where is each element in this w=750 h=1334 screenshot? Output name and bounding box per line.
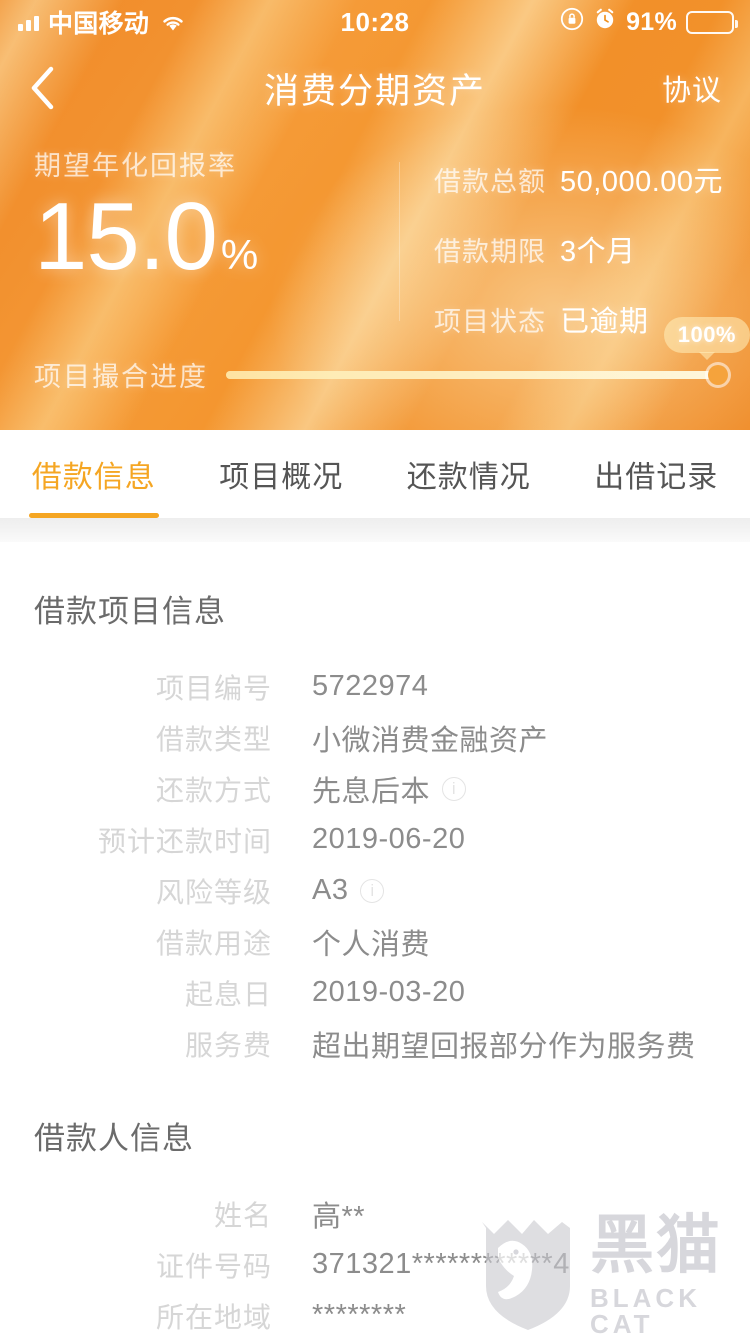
tab-1[interactable]: 项目概况 [188,430,376,518]
progress-knob-icon [708,364,728,385]
info-row-label: 还款方式 [155,774,272,806]
info-row-value: 超出期望回报部分作为服务费 [312,1030,696,1063]
info-row-label: 姓名 [213,1199,272,1231]
tab-2[interactable]: 还款情况 [375,430,563,518]
tab-3[interactable]: 出借记录 [563,430,750,518]
info-row-value: 371321************4 [312,1248,570,1280]
progress-section: 项目撮合进度 100% [0,316,750,394]
info-row-label: 风险等级 [155,876,272,908]
info-row-value-wrap: ******** [312,1299,406,1332]
info-row-value: 先息后本 [312,775,431,808]
tab-bar: 借款信息 项目概况 还款情况 出借记录 [0,430,750,518]
info-row: 预计还款时间 2019-06-20 [0,814,750,865]
info-row-value: 小微消费金融资产 [312,724,549,757]
info-row-value: 2019-06-20 [312,823,466,855]
info-row-label: 证件号码 [155,1250,272,1282]
info-row: 起息日 2019-03-20 [0,967,750,1018]
rate-label: 期望年化回报率 [34,151,237,181]
hero-stat-label: 借款总额 [434,167,546,197]
tab-0[interactable]: 借款信息 [0,430,188,518]
info-row-value-wrap: 个人消费 [312,921,430,963]
page-title: 消费分期资产 [263,71,486,111]
main-content: 借款项目信息项目编号 5722974 借款类型 小微消费金融资产还款方式 先息后本 i 预计… [0,542,750,1334]
section-title: 借款人信息 [34,1121,194,1156]
progress-bar: 100% [226,316,750,385]
info-row-label: 借款用途 [155,927,272,959]
info-row-value: 2019-03-20 [312,976,466,1008]
info-row: 借款类型 小微消费金融资产 [0,712,750,763]
hero-rate-block: 期望年化回报率 15.0 % [0,144,400,347]
rate-unit: % [220,231,259,278]
app-screen: 中国移动 10:28 91% 消费分期资产 协议 期望年化回报率 15.0 % … [0,0,750,1334]
rotation-lock-icon [560,7,584,38]
tab-label: 还款情况 [406,461,531,494]
info-row-label: 项目编号 [155,672,272,704]
info-row: 风险等级 A3 i [0,865,750,916]
status-badge: 已逾期 [560,306,649,338]
hero-stat-row: 借款总额 50,000.00元 [434,158,750,200]
agreement-link[interactable]: 协议 [662,67,722,109]
info-row-value-wrap: 小微消费金融资产 [312,717,548,759]
info-row-value: A3 [312,874,349,906]
progress-bar-fill: 100% [226,316,750,385]
info-row-label: 借款类型 [155,723,272,755]
info-row-group: 姓名 高** 证件号码 371321************4 所在地域 ******** [0,1168,750,1334]
info-row-value-wrap: 2019-03-20 [312,976,465,1009]
info-row-value-wrap: 5722974 [312,670,428,703]
progress-label: 项目撮合进度 [34,362,208,392]
info-row-value: 个人消费 [312,928,431,961]
info-row-value-wrap: 高** [312,1193,365,1235]
info-row-value: 高** [312,1200,366,1233]
info-row-value-wrap: 超出期望回报部分作为服务费 [312,1023,696,1065]
info-row-value: ******** [312,1299,407,1331]
info-row-label: 预计还款时间 [97,825,272,857]
info-row: 姓名 高** [0,1188,750,1239]
battery-icon [686,10,738,34]
info-row-value-wrap: 先息后本 i [312,768,467,810]
info-row: 证件号码 371321************4 [0,1239,750,1290]
info-row-value-wrap: A3 i [312,874,385,907]
hero-stats: 期望年化回报率 15.0 % 借款总额 50,000.00元 借款期限 3个月 … [0,132,750,347]
info-row-group: 项目编号 5722974 借款类型 小微消费金融资产还款方式 先息后本 i 预计还款时间 20… [0,641,750,1069]
info-row: 所在地域 ******** [0,1290,750,1334]
tab-label: 出借记录 [594,461,719,494]
status-bar-right: 91% [560,7,738,38]
hero-stat-value: 3个月 [560,236,636,268]
alarm-clock-icon [593,7,617,38]
info-row-label: 起息日 [184,978,272,1010]
rate-value-block: 15.0 % [34,189,400,285]
progress-badge: 100% [663,316,750,353]
rate-value: 15.0 [34,183,218,290]
info-icon[interactable]: i [442,776,467,801]
info-row-label: 所在地域 [155,1301,272,1333]
battery-percent-label: 91% [626,7,677,36]
navigation-bar: 消费分期资产 协议 [0,44,750,132]
hero-stat-value: 50,000.00元 [560,166,724,198]
info-row-value-wrap: 371321************4 [312,1248,570,1281]
info-icon[interactable]: i [360,878,385,903]
tabs-divider [0,518,750,542]
hero-stat-label: 项目状态 [434,307,546,337]
info-row: 借款用途 个人消费 [0,916,750,967]
page-header: 中国移动 10:28 91% 消费分期资产 协议 期望年化回报率 15.0 % … [0,0,750,430]
status-bar: 中国移动 10:28 91% [0,0,750,44]
info-row-label: 服务费 [184,1029,272,1061]
hero-stat-label: 借款期限 [434,237,546,267]
info-row: 还款方式 先息后本 i [0,763,750,814]
info-row: 服务费 超出期望回报部分作为服务费 [0,1018,750,1069]
hero-stat-row: 借款期限 3个月 [434,228,750,270]
section-title: 借款项目信息 [34,594,226,629]
info-row: 项目编号 5722974 [0,661,750,712]
tab-label: 借款信息 [31,461,156,494]
info-row-value-wrap: 2019-06-20 [312,823,465,856]
info-row-value: 5722974 [312,670,429,702]
tab-label: 项目概况 [219,461,344,494]
